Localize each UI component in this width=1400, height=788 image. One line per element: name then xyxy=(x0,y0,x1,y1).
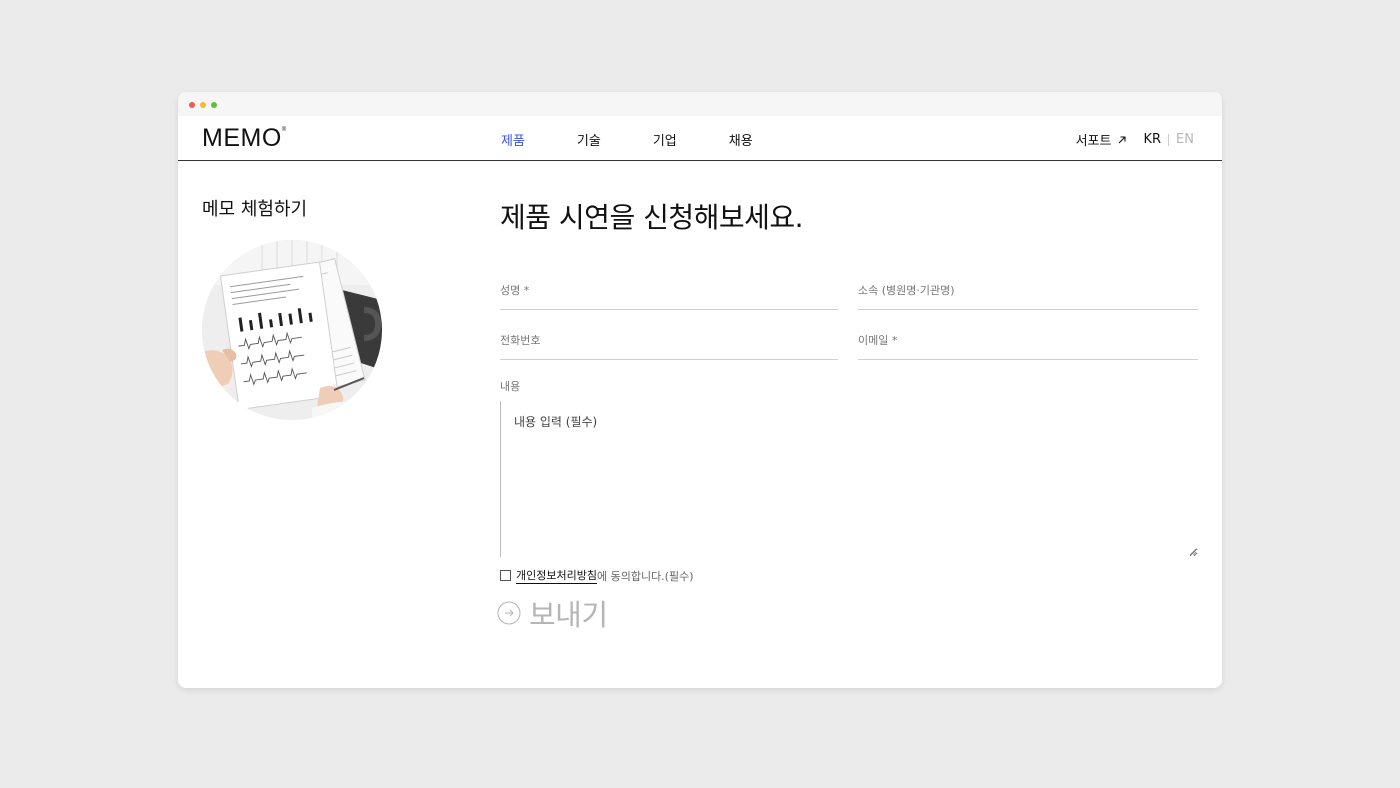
logo-registered-mark: ® xyxy=(281,127,287,133)
sidebar-title: 메모 체험하기 xyxy=(202,199,308,220)
privacy-policy-link[interactable]: 개인정보처리방침 xyxy=(516,567,597,584)
content-field-label: 내용 xyxy=(500,380,521,393)
resize-grip-icon[interactable] xyxy=(1190,549,1196,555)
support-link[interactable]: 서포트 xyxy=(1076,130,1128,149)
external-arrow-icon xyxy=(1119,135,1127,143)
lang-en-option[interactable]: EN xyxy=(1176,132,1194,147)
lang-divider xyxy=(1168,133,1170,146)
affiliation-input[interactable] xyxy=(858,280,1198,309)
email-input[interactable] xyxy=(858,330,1198,359)
content-textarea[interactable] xyxy=(501,401,1198,557)
support-label: 서포트 xyxy=(1075,134,1112,149)
maximize-window-dot[interactable] xyxy=(211,102,217,108)
ecg-report-illustration xyxy=(202,240,382,420)
name-field[interactable]: 성명 * xyxy=(500,280,838,310)
arrow-right-circle-icon xyxy=(497,601,521,625)
nav-item-technology[interactable]: 기술 xyxy=(577,130,601,149)
nav-item-products[interactable]: 제품 xyxy=(501,130,525,149)
browser-window: MEMO® 제품 기술 기업 채용 서포트 KR EN 메모 체험하기 제품 시… xyxy=(178,92,1222,688)
window-titlebar xyxy=(178,92,1222,116)
top-navigation: MEMO® 제품 기술 기업 채용 서포트 KR EN xyxy=(178,116,1222,161)
close-window-dot[interactable] xyxy=(189,102,195,108)
minimize-window-dot[interactable] xyxy=(200,102,206,108)
consent-text: 에 동의합니다.(필수) xyxy=(596,569,694,583)
memo-logo[interactable]: MEMO® xyxy=(202,124,287,153)
nav-item-careers[interactable]: 채용 xyxy=(729,130,753,149)
lang-kr-option[interactable]: KR xyxy=(1143,132,1161,147)
email-field[interactable]: 이메일 * xyxy=(858,330,1198,360)
form-heading: 제품 시연을 신청해보세요. xyxy=(500,201,804,234)
submit-button[interactable]: 보내기 xyxy=(497,592,608,634)
ecg-report-photo xyxy=(202,240,382,420)
submit-label: 보내기 xyxy=(529,598,608,632)
name-input[interactable] xyxy=(500,280,838,309)
privacy-consent: 개인정보처리방침 에 동의합니다.(필수) xyxy=(500,567,694,584)
affiliation-field[interactable]: 소속 (병원명·기관명) xyxy=(858,280,1198,310)
logo-text: MEMO xyxy=(202,124,282,152)
phone-input[interactable] xyxy=(500,330,838,359)
main-menu: 제품 기술 기업 채용 xyxy=(501,130,805,149)
phone-field[interactable]: 전화번호 xyxy=(500,330,838,360)
nav-utilities: 서포트 KR EN xyxy=(1076,130,1194,149)
content-field[interactable] xyxy=(500,401,1198,557)
privacy-consent-checkbox[interactable] xyxy=(500,570,511,581)
nav-item-company[interactable]: 기업 xyxy=(653,130,677,149)
